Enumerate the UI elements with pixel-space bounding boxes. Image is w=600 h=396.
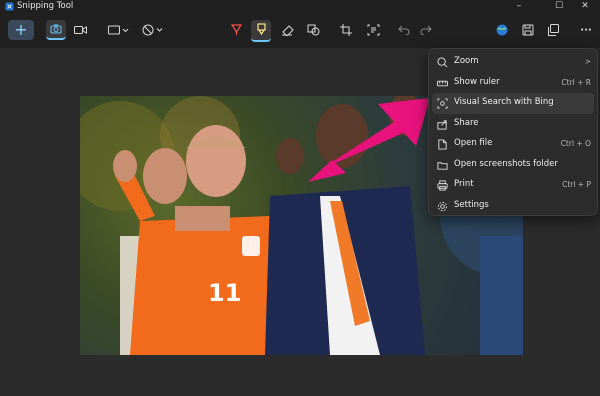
print-icon (437, 180, 448, 191)
undo-icon (398, 25, 410, 35)
minimize-button[interactable]: – (504, 0, 534, 12)
title-bar: Snipping Tool – ☐ ✕ (0, 0, 600, 14)
red-pen-icon (230, 24, 242, 35)
toolbar: + ··· (0, 14, 600, 48)
video-mode-button[interactable] (71, 22, 89, 38)
menu-item-shortcut: Ctrl + P (562, 180, 591, 189)
menu-item-label: Show ruler (454, 76, 500, 87)
camera-icon (50, 24, 62, 34)
menu-item-shortcut: Ctrl + R (561, 77, 591, 87)
menu-item-label: Zoom (454, 56, 479, 66)
save-icon (522, 24, 534, 36)
menu-item-visual-search[interactable]: Visual Search with Bing (432, 93, 594, 114)
rectangle-snip-icon (108, 25, 129, 35)
highlighter-tool-button[interactable] (251, 20, 271, 42)
menu-item-open-screenshots-folder[interactable]: Open screenshots folder (429, 155, 597, 176)
no-delay-clock-icon (142, 24, 163, 36)
visual-search-icon (437, 98, 448, 109)
menu-item-share[interactable]: Share (429, 114, 597, 135)
ruler-icon (437, 80, 448, 86)
menu-item-settings[interactable]: Settings (429, 196, 597, 217)
menu-item-show-ruler[interactable]: Show ruler Ctrl + R (429, 73, 597, 94)
eraser-tool-button[interactable] (279, 22, 295, 38)
menu-item-zoom[interactable]: Zoom > (429, 52, 597, 73)
save-button[interactable] (520, 22, 536, 38)
shapes-icon (307, 24, 319, 36)
more-options-button[interactable]: ··· (576, 22, 596, 38)
folder-icon (437, 161, 448, 170)
undo-button[interactable] (396, 22, 412, 38)
bing-search-button[interactable] (494, 22, 510, 38)
crop-button[interactable] (338, 22, 354, 38)
eraser-icon (281, 25, 294, 36)
menu-item-label: Open file (454, 138, 493, 148)
window-title: Snipping Tool (17, 1, 74, 11)
globe-icon (496, 24, 508, 36)
menu-item-label: Visual Search with Bing (454, 97, 554, 107)
menu-item-label: Open screenshots folder (454, 158, 558, 169)
screenshot-mode-button[interactable] (46, 20, 66, 40)
redo-icon (420, 25, 432, 35)
menu-item-label: Print (454, 179, 474, 189)
share-icon (437, 119, 447, 130)
close-button[interactable]: ✕ (570, 0, 600, 12)
text-actions-icon (367, 24, 379, 36)
menu-item-shortcut: Ctrl + O (560, 139, 591, 148)
menu-item-label: Settings (454, 199, 489, 210)
pen-tool-button[interactable] (228, 21, 244, 39)
text-actions-button[interactable] (364, 22, 382, 38)
zoom-icon (437, 57, 448, 68)
shapes-tool-button[interactable] (304, 22, 322, 38)
settings-icon (437, 201, 448, 211)
more-options-menu: Zoom > Show ruler Ctrl + R Visual Search… (428, 48, 598, 216)
menu-item-label: Share (454, 117, 479, 128)
copy-button[interactable] (545, 22, 561, 38)
copy-icon (548, 24, 559, 36)
crop-icon (340, 24, 352, 36)
jersey-number: 11 (208, 279, 241, 307)
menu-item-open-file[interactable]: Open file Ctrl + O (429, 134, 597, 155)
new-snip-button[interactable]: + (8, 20, 34, 40)
menu-item-print[interactable]: Print Ctrl + P (429, 175, 597, 196)
chevron-right-icon: > (584, 57, 591, 66)
open-file-icon (438, 139, 447, 150)
highlighter-icon (256, 23, 266, 36)
snipping-tool-app-icon (5, 2, 14, 11)
video-camera-icon (73, 26, 87, 34)
redo-button[interactable] (418, 22, 434, 38)
snip-shape-dropdown[interactable] (106, 22, 132, 38)
delay-dropdown[interactable] (140, 21, 166, 39)
